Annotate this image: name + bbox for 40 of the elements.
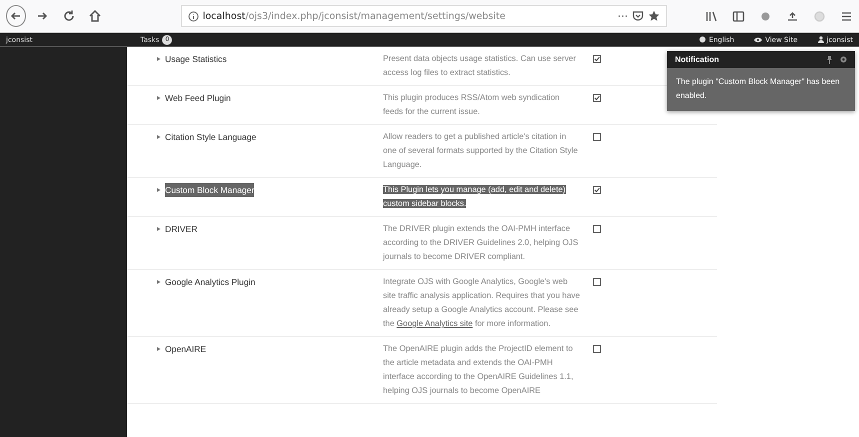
enable-checkbox[interactable]: [593, 55, 601, 63]
plugin-description: Allow readers to get a published article's citation in one of several formats supported by the Citation Style Language.: [383, 131, 579, 171]
notification-title: Notification: [675, 55, 719, 64]
enable-checkbox[interactable]: [593, 225, 601, 233]
plugin-name: Usage Statistics: [165, 53, 227, 66]
plugin-name: Google Analytics Plugin: [165, 276, 256, 289]
notification-message: The plugin "Custom Block Manager" has been enabled.: [675, 76, 841, 102]
bookmark-star-icon[interactable]: [648, 10, 660, 22]
info-icon: [188, 10, 199, 22]
url-text: localhost/ojs3/index.php/jconsist/management/settings/website: [202, 10, 506, 22]
plugin-description: This plugin produces RSS/Atom web syndication feeds for the current issue.: [383, 92, 561, 118]
plugin-name: Web Feed Plugin: [165, 92, 231, 105]
sidebar-icon[interactable]: [732, 10, 746, 22]
plugin-description: Present data objects usage statistics. Can use server access log files to extract statistics.: [383, 53, 577, 79]
address-bar[interactable]: localhost/ojs3/index.php/jconsist/management/settings/website ···: [180, 5, 668, 27]
back-button[interactable]: [6, 5, 26, 27]
enable-checkbox[interactable]: [593, 133, 601, 141]
plugin-name: DRIVER: [165, 223, 198, 236]
library-icon[interactable]: [705, 10, 718, 22]
enable-checkbox[interactable]: [593, 278, 601, 286]
menu-icon[interactable]: [840, 10, 854, 22]
enable-checkbox[interactable]: [593, 345, 601, 353]
reload-icon: [62, 9, 76, 23]
plugin-name: OpenAIRE: [165, 343, 206, 356]
more-actions-button[interactable]: ···: [618, 10, 628, 22]
plugin-description: The DRIVER plugin extends the OAI-PMH interface according to the DRIVER Guidelines 2.0, helping OJS journals to become DRIVER compliant.: [383, 223, 580, 263]
google-analytics-link[interactable]: Google Analytics site: [396, 319, 473, 328]
plugin-description: The OpenAIRE plugin adds the ProjectID element to the article metadata and extends the OAI-PMH interface according to the OpenAIRE Guidelines 1.1, helping OJS journals to become OpenAIRE: [383, 343, 574, 397]
plugin-description: Integrate OJS with Google Analytics, Google's web site traffic analysis application. Requires that you have already setup a Google Analytics account. Please see the Google Analytics site for more information.: [383, 276, 581, 330]
upload-icon[interactable]: [786, 10, 800, 22]
plugin-description: This Plugin lets you manage (add, edit and delete) custom sidebar blocks.: [383, 184, 567, 210]
user-icon: [818, 36, 824, 43]
pocket-icon[interactable]: [632, 10, 644, 22]
pin-icon[interactable]: [827, 56, 832, 64]
home-icon: [88, 9, 102, 23]
plugin-name: Citation Style Language: [165, 131, 256, 144]
enable-checkbox[interactable]: [593, 94, 601, 102]
enable-checkbox[interactable]: [593, 186, 601, 194]
eye-icon: [754, 36, 762, 42]
plugin-name: Custom Block Manager: [165, 183, 254, 197]
